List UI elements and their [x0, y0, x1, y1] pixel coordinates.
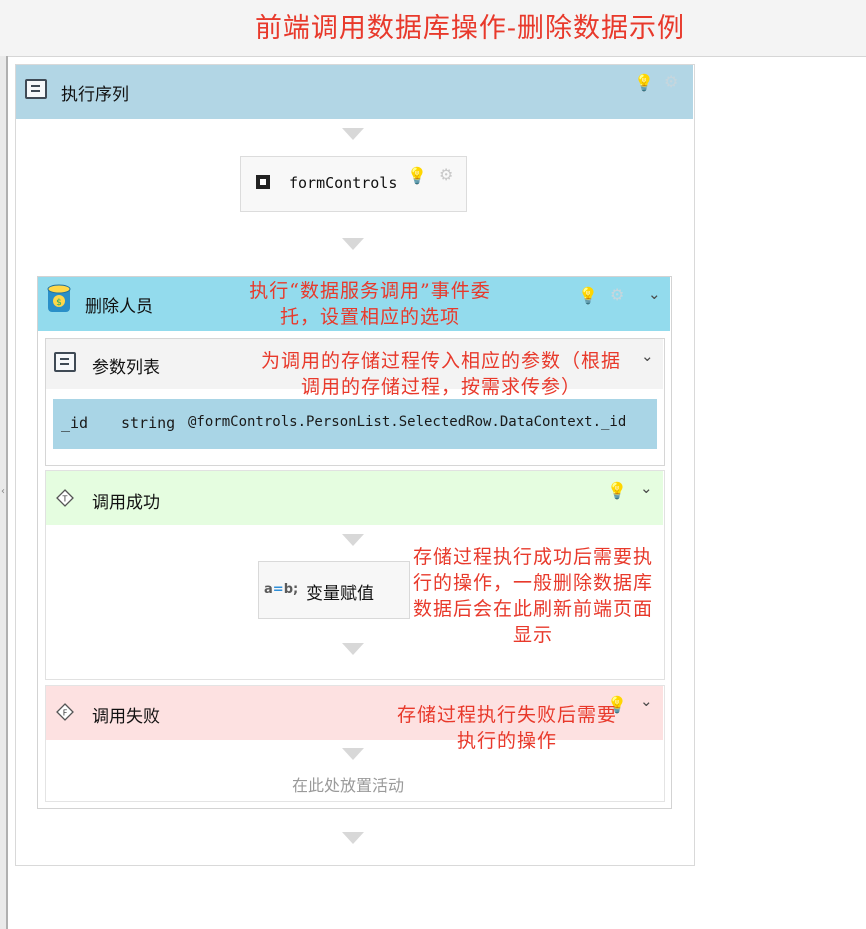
sequence-list-icon	[25, 79, 47, 99]
chevron-down-icon[interactable]: ⌄	[640, 479, 653, 497]
form-controls-label: formControls	[289, 174, 398, 192]
parameter-list-icon	[54, 352, 76, 372]
annotation-params: 为调用的存储过程传入相应的参数（根据 调用的存储过程，按需求传参）	[260, 350, 621, 398]
gear-icon[interactable]: ⚙	[439, 165, 453, 184]
chevron-down-icon[interactable]: ⌄	[648, 285, 661, 303]
annotation-success: 存储过程执行成功后需要执 行的操作，一般删除数据库 数据后会在此刷新前端页面 显…	[412, 546, 653, 646]
flow-arrow-icon	[342, 238, 364, 250]
lightbulb-icon[interactable]: 💡	[578, 286, 598, 305]
annotation-invoke: 执行“数据服务调用”事件委 托，设置相应的选项	[249, 280, 491, 328]
svg-text:F: F	[63, 709, 68, 718]
invoke-activity-title: 删除人员	[85, 297, 153, 317]
collapse-left-icon[interactable]: ‹	[1, 486, 5, 497]
lightbulb-icon[interactable]: 💡	[634, 73, 654, 92]
parameter-type: string	[121, 414, 176, 432]
flow-arrow-icon	[342, 748, 364, 760]
window-title: 前端调用数据库操作-删除数据示例	[254, 13, 686, 44]
flow-arrow-icon	[342, 643, 364, 655]
sequence-title: 执行序列	[61, 85, 129, 105]
flow-arrow-icon	[342, 832, 364, 844]
flow-arrow-icon	[342, 534, 364, 546]
success-branch-title: 调用成功	[92, 493, 160, 513]
parameter-value[interactable]: @formControls.PersonList.SelectedRow.Dat…	[188, 414, 626, 430]
drop-activity-placeholder[interactable]: 在此处放置活动	[292, 772, 404, 796]
assign-activity-label: 变量赋值	[306, 584, 374, 604]
gear-icon[interactable]: ⚙	[610, 285, 624, 304]
database-service-icon: $	[47, 284, 71, 312]
annotation-failure: 存储过程执行失败后需要 执行的操作	[396, 704, 617, 752]
parameter-name: _id	[61, 414, 89, 432]
assign-icon: a=b;	[264, 582, 299, 597]
form-icon	[256, 175, 270, 189]
lightbulb-icon[interactable]: 💡	[607, 481, 627, 500]
gear-icon[interactable]: ⚙	[664, 72, 678, 91]
false-diamond-icon: F	[56, 703, 74, 721]
lightbulb-icon[interactable]: 💡	[407, 166, 427, 185]
parameter-list-title: 参数列表	[92, 358, 160, 378]
svg-text:$: $	[56, 298, 62, 308]
failure-branch-title: 调用失败	[92, 707, 160, 727]
svg-text:T: T	[62, 495, 68, 504]
true-diamond-icon: T	[56, 489, 74, 507]
flow-arrow-icon	[342, 128, 364, 140]
